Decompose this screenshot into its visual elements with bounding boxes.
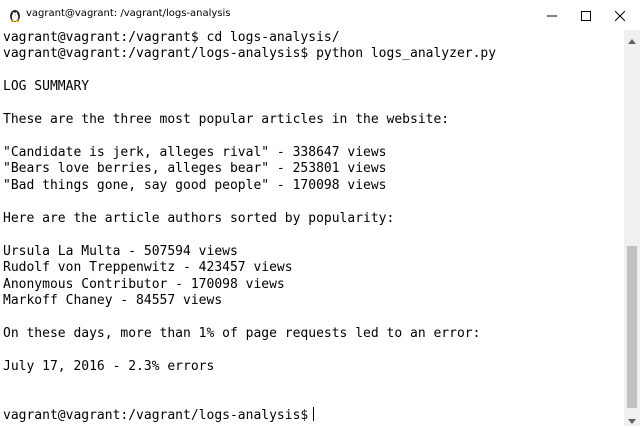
text-cursor [313,407,315,421]
maximize-icon [580,6,591,25]
terminal-line: On these days, more than 1% of page requ… [3,326,481,341]
terminal-line: vagrant@vagrant:/vagrant$ cd logs-analys… [3,30,340,45]
title-bar[interactable]: vagrant@vagrant: /vagrant/logs-analysis [0,0,640,30]
terminal-line: Markoff Chaney - 84557 views [3,293,223,308]
minimize-icon [546,6,557,25]
terminal-line: "Bad things gone, say good people" - 170… [3,178,387,193]
terminal-line: Rudolf von Treppenwitz - 423457 views [3,260,293,275]
prompt-line: vagrant@vagrant:/vagrant/logs-analysis$ [3,407,315,423]
scroll-down-button[interactable] [624,410,640,426]
close-button[interactable] [597,0,640,30]
scroll-thumb[interactable] [627,246,637,408]
close-icon [614,6,625,25]
scroll-up-button[interactable] [624,30,640,46]
terminal-line: LOG SUMMARY [3,79,90,94]
terminal-line: July 17, 2016 - 2.3% errors [3,359,215,374]
scroll-up-arrow-icon [628,29,636,48]
terminal-line: These are the three most popular article… [3,112,450,127]
terminal-line: "Bears love berries, alleges bear" - 253… [3,161,387,176]
terminal-line: Anonymous Contributor - 170098 views [3,277,285,292]
vertical-scrollbar[interactable] [624,30,640,426]
terminal-line: Ursula La Multa - 507594 views [3,244,238,259]
terminal-window: vagrant@vagrant: /vagrant/logs-analysis … [0,0,640,426]
terminal-output[interactable]: vagrant@vagrant:/vagrant$ cd logs-analys… [0,30,624,426]
terminal-penguin-icon [8,7,22,23]
scroll-down-arrow-icon [628,409,636,428]
terminal-line: Here are the article authors sorted by p… [3,211,395,226]
terminal-line: "Candidate is jerk, alleges rival" - 338… [3,145,387,160]
window-title: vagrant@vagrant: /vagrant/logs-analysis [26,8,231,19]
prompt-text: vagrant@vagrant:/vagrant/logs-analysis$ [3,408,309,423]
terminal-line: vagrant@vagrant:/vagrant/logs-analysis$ … [3,46,497,61]
